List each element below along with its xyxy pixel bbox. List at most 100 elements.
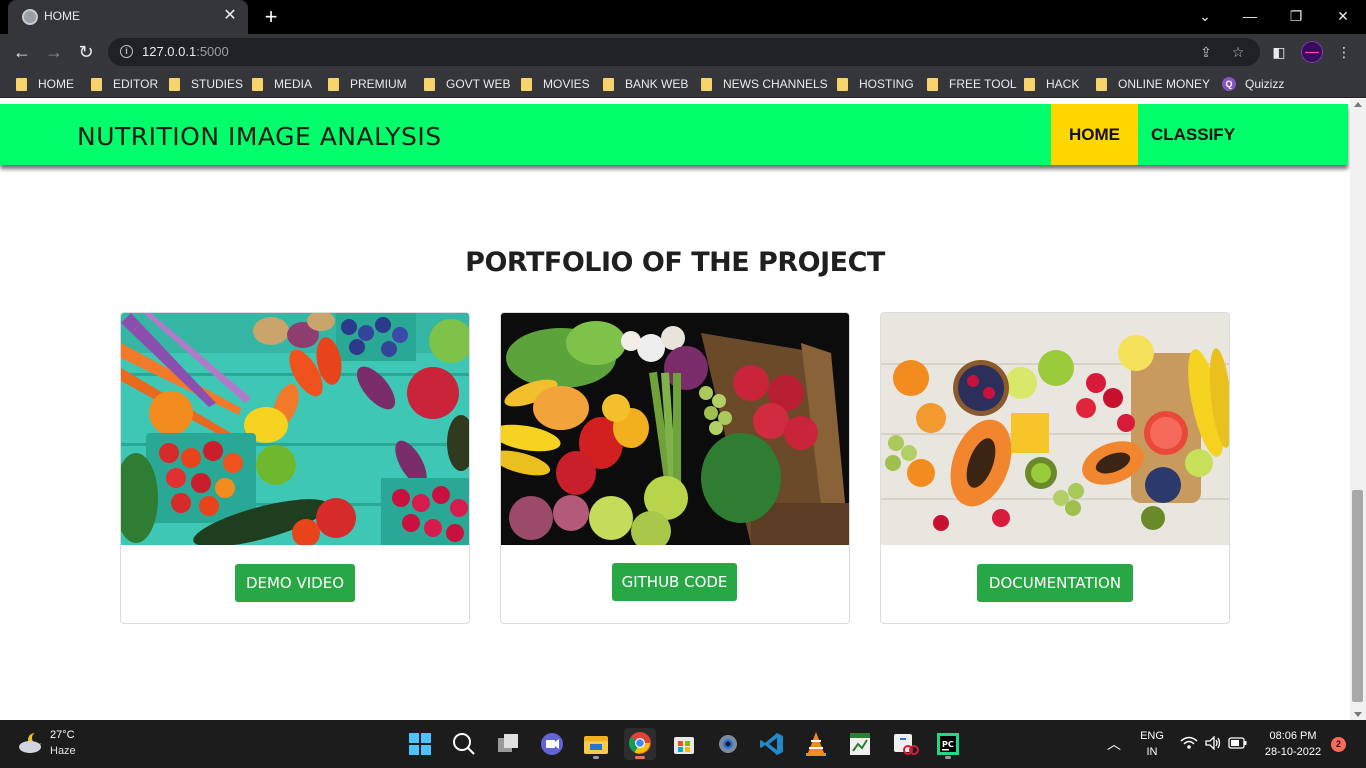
- moon-cloud-icon: [19, 732, 44, 753]
- weather-temperature: 27°C: [50, 729, 75, 741]
- address-bar[interactable]: i 127.0.0.1:5000 ⇪ ☆: [108, 38, 1260, 66]
- gear-icon: [719, 735, 737, 753]
- taskbar-store[interactable]: [668, 728, 700, 760]
- sliced-fruits-image: [881, 313, 1229, 545]
- bookmark-online-money[interactable]: ONLINE MONEY: [1096, 76, 1210, 92]
- side-panel-icon[interactable]: ◧: [1268, 41, 1290, 63]
- portfolio-title: PORTFOLIO OF THE PROJECT: [465, 247, 885, 278]
- scroll-down-arrow-icon[interactable]: [1354, 712, 1362, 717]
- bookmark-free-tool[interactable]: FREE TOOL: [927, 76, 1017, 92]
- taskbar-chrome[interactable]: [624, 728, 656, 760]
- taskbar-search-button[interactable]: [448, 728, 480, 760]
- show-hidden-icons-chevron-icon[interactable]: ︿: [1104, 734, 1124, 754]
- tab-search-chevron-icon[interactable]: ⌄: [1195, 6, 1215, 26]
- bookmark-premium[interactable]: PREMIUM: [328, 76, 407, 92]
- scrollbar-thumb[interactable]: [1352, 490, 1363, 702]
- clock-date[interactable]: 28-10-2022: [1258, 746, 1328, 758]
- windows-logo-icon: [409, 733, 431, 755]
- globe-icon: [22, 9, 38, 25]
- notification-badge[interactable]: 2: [1331, 737, 1346, 752]
- input-language[interactable]: ENG: [1136, 730, 1168, 742]
- site-brand[interactable]: NUTRITION IMAGE ANALYSIS: [77, 122, 442, 151]
- running-indicator: [593, 756, 599, 759]
- bookmark-govt-web[interactable]: GOVT WEB: [424, 76, 510, 92]
- battery-icon: [1228, 737, 1247, 749]
- portfolio-card-github: GITHUB CODE: [500, 312, 850, 624]
- github-code-button[interactable]: GITHUB CODE: [612, 563, 737, 601]
- site-navbar: NUTRITION IMAGE ANALYSIS HOME CLASSIFY: [0, 104, 1348, 165]
- vegetables-teal-image: [121, 313, 469, 545]
- bookmark-bank-web[interactable]: BANK WEB: [603, 76, 688, 92]
- folder-icon: [1024, 77, 1035, 91]
- taskbar-snipping-tool[interactable]: [888, 728, 920, 760]
- taskbar-notes-app[interactable]: [844, 728, 876, 760]
- documentation-button[interactable]: DOCUMENTATION: [977, 564, 1133, 602]
- reload-icon[interactable]: ↻: [74, 40, 98, 64]
- vlc-cone-icon: [806, 732, 826, 756]
- demo-video-button[interactable]: DEMO VIDEO: [235, 564, 355, 602]
- site-info-icon[interactable]: i: [120, 45, 133, 58]
- folder-icon: [837, 77, 848, 91]
- task-view-icon: [498, 734, 518, 752]
- search-icon: [453, 733, 475, 755]
- bookmark-editor[interactable]: EDITOR: [91, 76, 158, 92]
- input-region[interactable]: IN: [1136, 746, 1168, 758]
- bookmark-home[interactable]: HOME: [16, 76, 74, 92]
- quizizz-icon: Q: [1222, 77, 1236, 91]
- scroll-up-arrow-icon[interactable]: [1354, 102, 1362, 107]
- close-tab-icon[interactable]: ✕: [220, 6, 240, 26]
- new-tab-button[interactable]: +: [258, 4, 284, 30]
- vscode-icon: [760, 733, 783, 755]
- taskbar-settings[interactable]: [712, 728, 744, 760]
- bookmark-hack[interactable]: HACK: [1024, 76, 1079, 92]
- restore-button[interactable]: ❐: [1286, 6, 1306, 26]
- snipping-icon: [894, 734, 919, 755]
- bookmarks-bar: HOME EDITOR STUDIES MEDIA PREMIUM GOVT W…: [0, 70, 1366, 98]
- folder-icon: [603, 77, 614, 91]
- taskbar-chat-app[interactable]: [536, 728, 568, 760]
- folder-icon: [1096, 77, 1107, 91]
- folder-icon: [424, 77, 435, 91]
- browser-tab-home[interactable]: HOME ✕: [8, 0, 248, 34]
- bookmark-star-icon[interactable]: ☆: [1228, 42, 1248, 62]
- bookmark-movies[interactable]: MOVIES: [521, 76, 590, 92]
- folder-icon: [521, 77, 532, 91]
- task-view-button[interactable]: [492, 728, 524, 760]
- close-window-button[interactable]: ✕: [1333, 6, 1353, 26]
- browser-menu-icon[interactable]: ⋮: [1333, 41, 1355, 63]
- taskbar-pycharm[interactable]: PC: [932, 728, 964, 760]
- url-text[interactable]: 127.0.0.1:5000: [142, 44, 229, 59]
- page-scrollbar[interactable]: [1350, 99, 1366, 720]
- folder-icon: [16, 77, 27, 91]
- running-indicator: [945, 756, 951, 759]
- tab-title: HOME: [44, 9, 80, 23]
- bookmark-news-channels[interactable]: NEWS CHANNELS: [701, 76, 828, 92]
- windows-taskbar: 27°C Haze PC ︿ ENG IN 08:06 PM 28-10-202…: [0, 720, 1366, 768]
- start-button[interactable]: [404, 728, 436, 760]
- svg-text:PC: PC: [942, 740, 954, 749]
- share-icon[interactable]: ⇪: [1196, 42, 1216, 62]
- vegetable-crate-image: [501, 313, 849, 545]
- browser-toolbar: ← → ↻ i 127.0.0.1:5000 ⇪ ☆ ◧ ⋮: [0, 34, 1366, 70]
- notes-icon: [850, 733, 870, 755]
- store-icon: [674, 737, 694, 754]
- weather-description: Haze: [50, 745, 76, 757]
- portfolio-card-demo: DEMO VIDEO: [120, 312, 470, 624]
- bookmark-studies[interactable]: STUDIES: [169, 76, 243, 92]
- profile-avatar[interactable]: [1301, 41, 1323, 63]
- forward-arrow-icon[interactable]: →: [42, 40, 66, 64]
- nav-home-link[interactable]: HOME: [1051, 104, 1138, 165]
- bookmark-quizizz[interactable]: Q Quizizz: [1222, 76, 1284, 92]
- portfolio-card-documentation: DOCUMENTATION: [880, 312, 1230, 624]
- taskbar-file-explorer[interactable]: [580, 728, 612, 760]
- bookmark-hosting[interactable]: HOSTING: [837, 76, 914, 92]
- folder-icon: [252, 77, 263, 91]
- taskbar-vscode[interactable]: [756, 728, 788, 760]
- nav-classify-link[interactable]: CLASSIFY: [1138, 104, 1248, 165]
- back-arrow-icon[interactable]: ←: [10, 40, 34, 64]
- clock-time[interactable]: 08:06 PM: [1258, 730, 1328, 742]
- bookmark-media[interactable]: MEDIA: [252, 76, 312, 92]
- taskbar-vlc[interactable]: [800, 728, 832, 760]
- browser-tab-bar: HOME ✕ + ⌄ — ❐ ✕: [0, 0, 1366, 34]
- minimize-button[interactable]: —: [1240, 6, 1260, 26]
